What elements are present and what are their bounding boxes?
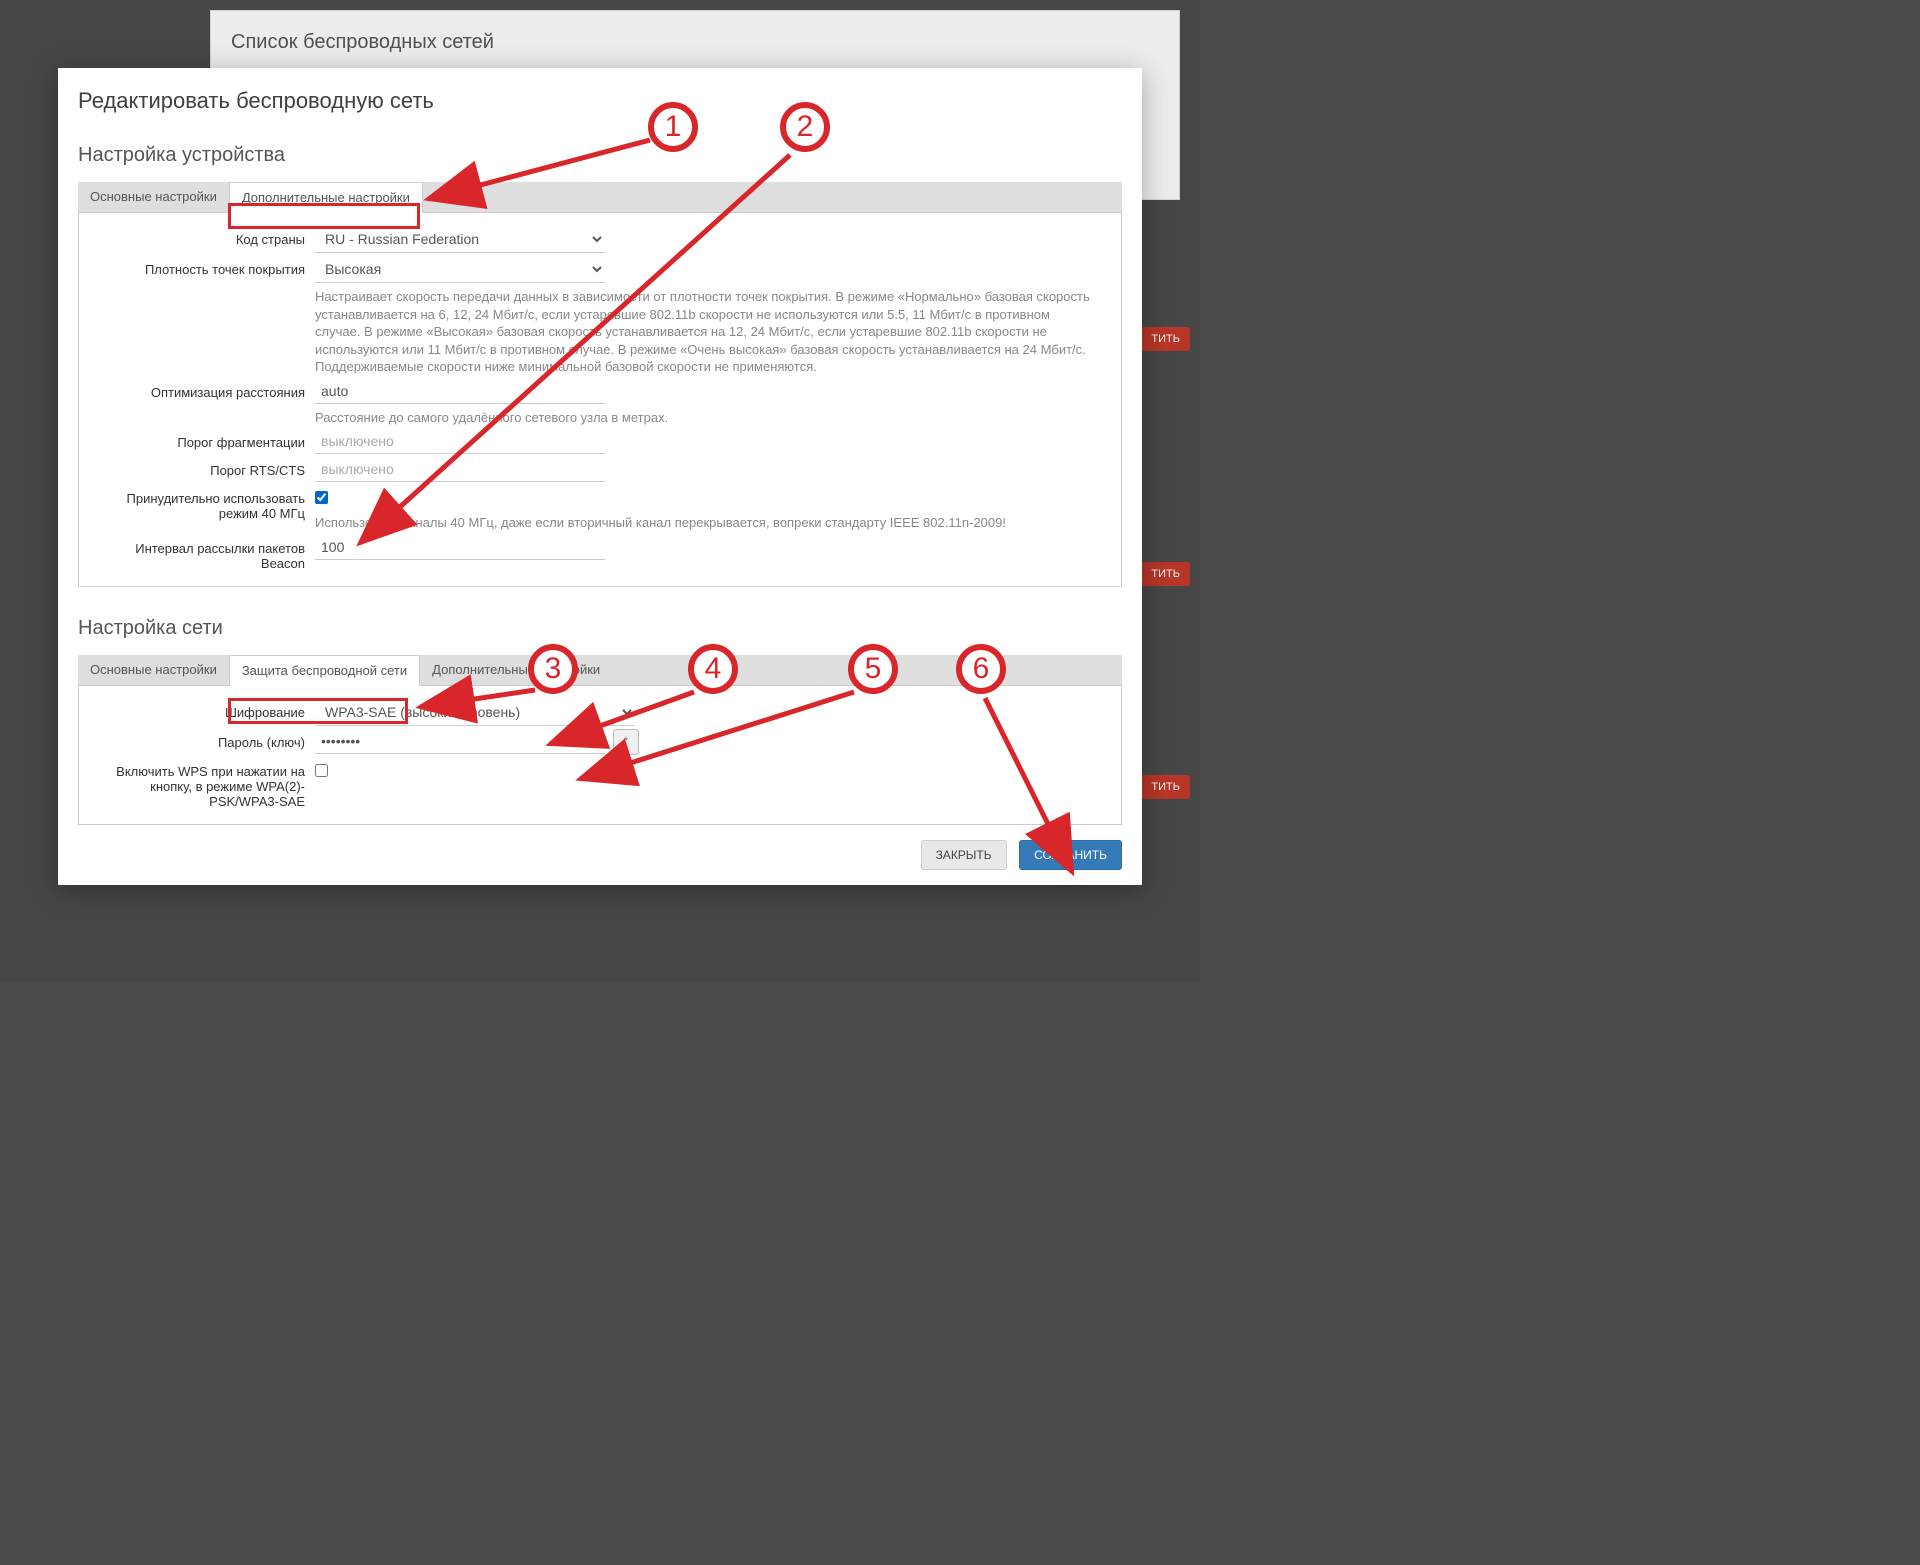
- network-tab-advanced[interactable]: Дополнительные настройки: [420, 655, 612, 685]
- annotation-circle-6: 6: [956, 644, 1006, 694]
- annotation-circle-2: 2: [780, 102, 830, 152]
- annotation-circle-5: 5: [848, 644, 898, 694]
- distance-help: Расстояние до самого удалённого сетевого…: [315, 409, 1095, 427]
- encryption-label: Шифрование: [89, 699, 315, 720]
- rts-input[interactable]: [315, 457, 605, 482]
- frag-input[interactable]: [315, 429, 605, 454]
- modal-title: Редактировать беспроводную сеть: [78, 88, 1122, 114]
- distance-label: Оптимизация расстояния: [89, 379, 315, 400]
- country-select[interactable]: RU - Russian Federation: [315, 226, 605, 253]
- beacon-input[interactable]: [315, 535, 605, 560]
- frag-label: Порог фрагментации: [89, 429, 315, 450]
- force40-help: Использовать каналы 40 МГц, даже если вт…: [315, 514, 1095, 532]
- density-select[interactable]: Высокая: [315, 256, 605, 283]
- country-label: Код страны: [89, 226, 315, 247]
- annotation-circle-3: 3: [528, 644, 578, 694]
- device-tabs: Основные настройки Дополнительные настро…: [78, 182, 1122, 213]
- wps-label: Включить WPS при нажатии на кнопку, в ре…: [89, 758, 315, 809]
- rts-label: Порог RTS/CTS: [89, 457, 315, 478]
- password-label: Пароль (ключ): [89, 729, 315, 750]
- device-form: Код страны RU - Russian Federation Плотн…: [78, 213, 1122, 587]
- save-button[interactable]: СОХРАНИТЬ: [1019, 840, 1122, 870]
- edit-wireless-modal: Редактировать беспроводную сеть Настройк…: [58, 68, 1142, 885]
- password-input[interactable]: [315, 729, 605, 754]
- device-tab-advanced[interactable]: Дополнительные настройки: [229, 182, 423, 213]
- density-help: Настраивает скорость передачи данных в з…: [315, 288, 1095, 376]
- encryption-select[interactable]: WPA3-SAE (высокий уровень): [315, 699, 635, 726]
- density-label: Плотность точек покрытия: [89, 256, 315, 277]
- wps-checkbox[interactable]: [315, 764, 328, 777]
- distance-input[interactable]: [315, 379, 605, 404]
- close-button[interactable]: ЗАКРЫТЬ: [921, 840, 1007, 870]
- beacon-label: Интервал рассылки пакетов Beacon: [89, 535, 315, 571]
- annotation-circle-4: 4: [688, 644, 738, 694]
- network-tab-security[interactable]: Защита беспроводной сети: [229, 655, 420, 686]
- device-tab-basic[interactable]: Основные настройки: [78, 182, 229, 212]
- force40-checkbox[interactable]: [315, 491, 328, 504]
- network-tab-basic[interactable]: Основные настройки: [78, 655, 229, 685]
- password-visibility-toggle[interactable]: *: [613, 729, 639, 755]
- modal-footer: ЗАКРЫТЬ СОХРАНИТЬ: [78, 840, 1122, 870]
- annotation-circle-1: 1: [648, 102, 698, 152]
- network-section-title: Настройка сети: [78, 617, 1122, 640]
- force40-label: Принудительно использовать режим 40 МГц: [89, 485, 315, 521]
- device-section-title: Настройка устройства: [78, 144, 1122, 167]
- network-form: Шифрование WPA3-SAE (высокий уровень) Па…: [78, 686, 1122, 825]
